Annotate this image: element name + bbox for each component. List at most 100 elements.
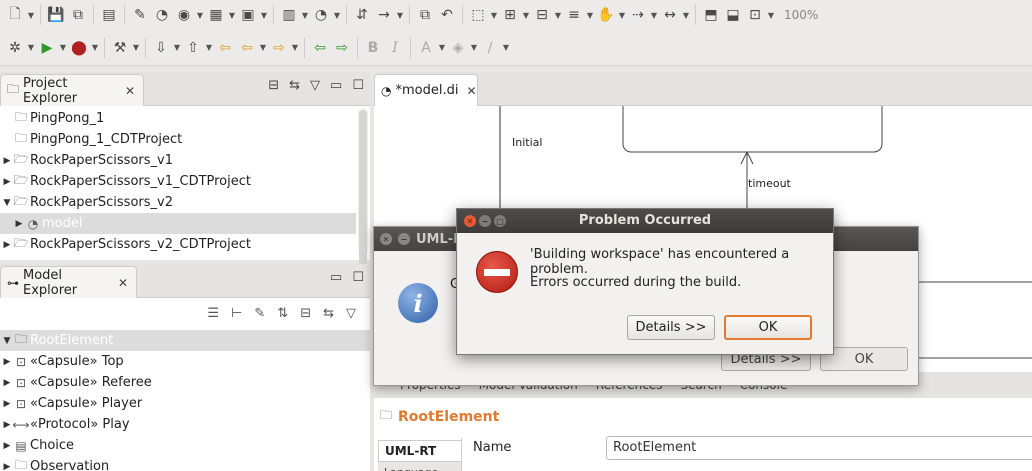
tree-item[interactable]: ▶ 🗁 RockPaperScissors_v1 [0, 150, 356, 171]
arrange-dropdown-icon[interactable]: ▼ [553, 11, 563, 20]
sheet-icon[interactable]: ▥ [278, 4, 300, 26]
back-green-icon[interactable]: ⇦ [309, 37, 331, 59]
align-icon[interactable]: ≡ [563, 4, 585, 26]
tree-item[interactable]: ▶ 🗁 RockPaperScissors_v2_CDTProject [0, 234, 356, 255]
collapsed-icon[interactable]: ▶ [14, 219, 24, 229]
line-color-dropdown-icon[interactable]: ▼ [501, 43, 511, 52]
sort-icon[interactable]: ⇅ [277, 306, 288, 321]
collapsed-icon[interactable]: ▶ [2, 357, 12, 367]
hammer-icon[interactable]: ⚒ [109, 37, 131, 59]
undo-icon[interactable]: ↶ [436, 4, 458, 26]
project-explorer-scrollbar[interactable] [358, 108, 368, 270]
save-all-icon[interactable]: ⧉ [67, 4, 89, 26]
sync-icon[interactable]: ⇵ [351, 4, 373, 26]
tree-item[interactable]: ▶ 🗀 Observation [0, 456, 370, 471]
save-icon[interactable]: 💾 [45, 4, 67, 26]
collapsed-icon[interactable]: ▶ [2, 240, 12, 250]
fill-color-icon[interactable]: ◈ [447, 37, 469, 59]
papyrus-run-icon[interactable]: ◔ [310, 4, 332, 26]
prev-annotation-dropdown-icon[interactable]: ▼ [204, 43, 214, 52]
prev-annotation-icon[interactable]: ⇧ [182, 37, 204, 59]
fit-icon[interactable]: ⬒ [700, 4, 722, 26]
collapsed-icon[interactable]: ▶ [2, 420, 12, 430]
font-color-icon[interactable]: A [415, 37, 437, 59]
collapsed-icon[interactable]: ▶ [2, 156, 12, 166]
side-tab-language[interactable]: Language [378, 462, 461, 471]
pencil-icon[interactable]: ✎ [129, 4, 151, 26]
hand-dropdown-icon[interactable]: ▼ [617, 11, 627, 20]
close-icon[interactable]: ✕ [466, 84, 476, 98]
debug-dropdown-icon[interactable]: ▼ [26, 43, 36, 52]
bold-icon[interactable]: B [362, 37, 384, 59]
globe-dropdown-icon[interactable]: ▼ [195, 11, 205, 20]
minimize-icon[interactable]: − [398, 233, 410, 245]
link-editor-icon[interactable]: ⇆ [323, 306, 334, 321]
papyrus-run-dropdown-icon[interactable]: ▼ [332, 11, 342, 20]
resize-icon[interactable]: ↔ [659, 4, 681, 26]
hierarchy-icon[interactable]: ⊢ [231, 306, 242, 321]
tab-model-di[interactable]: ◔ *model.di ✕ [374, 74, 478, 106]
expanded-icon[interactable]: ▼ [2, 336, 12, 346]
papyrus-icon[interactable]: ◔ [151, 4, 173, 26]
tree-item[interactable]: ▶ ◔ model [0, 213, 356, 234]
next-annotation-icon[interactable]: ⇩ [150, 37, 172, 59]
tree-item[interactable]: ▶ ⊡ «Capsule» Player [0, 393, 370, 414]
route-dropdown-icon[interactable]: ▼ [649, 11, 659, 20]
globe-icon[interactable]: ◉ [173, 4, 195, 26]
collapse-all-icon[interactable]: ⊟ [268, 78, 279, 93]
document-dropdown-icon[interactable]: ▼ [227, 11, 237, 20]
sheet-dropdown-icon[interactable]: ▼ [300, 11, 310, 20]
tree-item[interactable]: 🗀 PingPong_1 [0, 108, 356, 129]
fill-color-dropdown-icon[interactable]: ▼ [469, 43, 479, 52]
external-tools-dropdown-icon[interactable]: ▼ [90, 43, 100, 52]
maximize-icon[interactable]: ☐ [352, 78, 364, 93]
select-dropdown-icon[interactable]: ▼ [489, 11, 499, 20]
line-color-icon[interactable]: ∕ [479, 37, 501, 59]
new-icon[interactable]: 🗋 [4, 4, 26, 26]
edit-icon[interactable]: ✎ [254, 306, 265, 321]
select-all-icon[interactable]: ⬚ [467, 4, 489, 26]
minimize-icon[interactable]: ▭ [330, 78, 342, 93]
arrow-dropdown-icon[interactable]: ▼ [395, 11, 405, 20]
collapsed-icon[interactable]: ▶ [2, 177, 12, 187]
hand-icon[interactable]: ✋ [595, 4, 617, 26]
view-menu-icon[interactable]: ▽ [310, 78, 320, 93]
italic-icon[interactable]: I [384, 37, 406, 59]
minimize-icon[interactable]: ▭ [330, 270, 342, 285]
hammer-dropdown-icon[interactable]: ▼ [131, 43, 141, 52]
tree-item[interactable]: 🗀 PingPong_1_CDTProject [0, 129, 356, 150]
run-icon[interactable]: ▶ [36, 37, 58, 59]
zoom-level[interactable]: 100% [780, 5, 830, 25]
close-icon[interactable]: ✕ [464, 215, 476, 227]
next-annotation-dropdown-icon[interactable]: ▼ [172, 43, 182, 52]
binary-icon[interactable]: ▤ [98, 4, 120, 26]
view-menu-icon[interactable]: ▽ [346, 306, 356, 321]
resize-dropdown-icon[interactable]: ▼ [681, 11, 691, 20]
close-icon[interactable]: ✕ [118, 276, 128, 290]
run-dropdown-icon[interactable]: ▼ [58, 43, 68, 52]
calendar-dropdown-icon[interactable]: ▼ [259, 11, 269, 20]
expanded-icon[interactable]: ▼ [2, 198, 12, 208]
document-icon[interactable]: ▦ [205, 4, 227, 26]
tab-project-explorer[interactable]: 🗀 Project Explorer ✕ [0, 74, 144, 106]
tree-item[interactable]: ▶ 🗁 RockPaperScissors_v1_CDTProject [0, 171, 356, 192]
tree-item[interactable]: ▶ ▤ Choice [0, 435, 370, 456]
side-tab-uml-rt[interactable]: UML-RT [378, 440, 461, 462]
minimize-icon[interactable]: − [479, 215, 491, 227]
back-dropdown-icon[interactable]: ▼ [258, 43, 268, 52]
last-edit-icon[interactable]: ⇦ [214, 37, 236, 59]
tab-model-explorer[interactable]: ⊶ Model Explorer ✕ [0, 266, 137, 298]
collapsed-icon[interactable]: ▶ [2, 462, 12, 471]
tree-item[interactable]: ▼ 🗀 RootElement [0, 330, 370, 351]
close-icon[interactable]: ✕ [380, 233, 392, 245]
arrange-icon[interactable]: ⊟ [531, 4, 553, 26]
forward-dropdown-icon[interactable]: ▼ [290, 43, 300, 52]
scrollbar-thumb[interactable] [359, 110, 367, 270]
collapse-all-icon[interactable]: ⊟ [300, 306, 311, 321]
tree-item[interactable]: ▼ 🗁 RockPaperScissors_v2 [0, 192, 356, 213]
calendar-icon[interactable]: ▣ [237, 4, 259, 26]
new-dropdown-icon[interactable]: ▼ [26, 11, 36, 20]
zoom-fit-icon[interactable]: ⬓ [722, 4, 744, 26]
zoom-box-icon[interactable]: ⊡ [744, 4, 766, 26]
copy-icon[interactable]: ⧉ [414, 4, 436, 26]
